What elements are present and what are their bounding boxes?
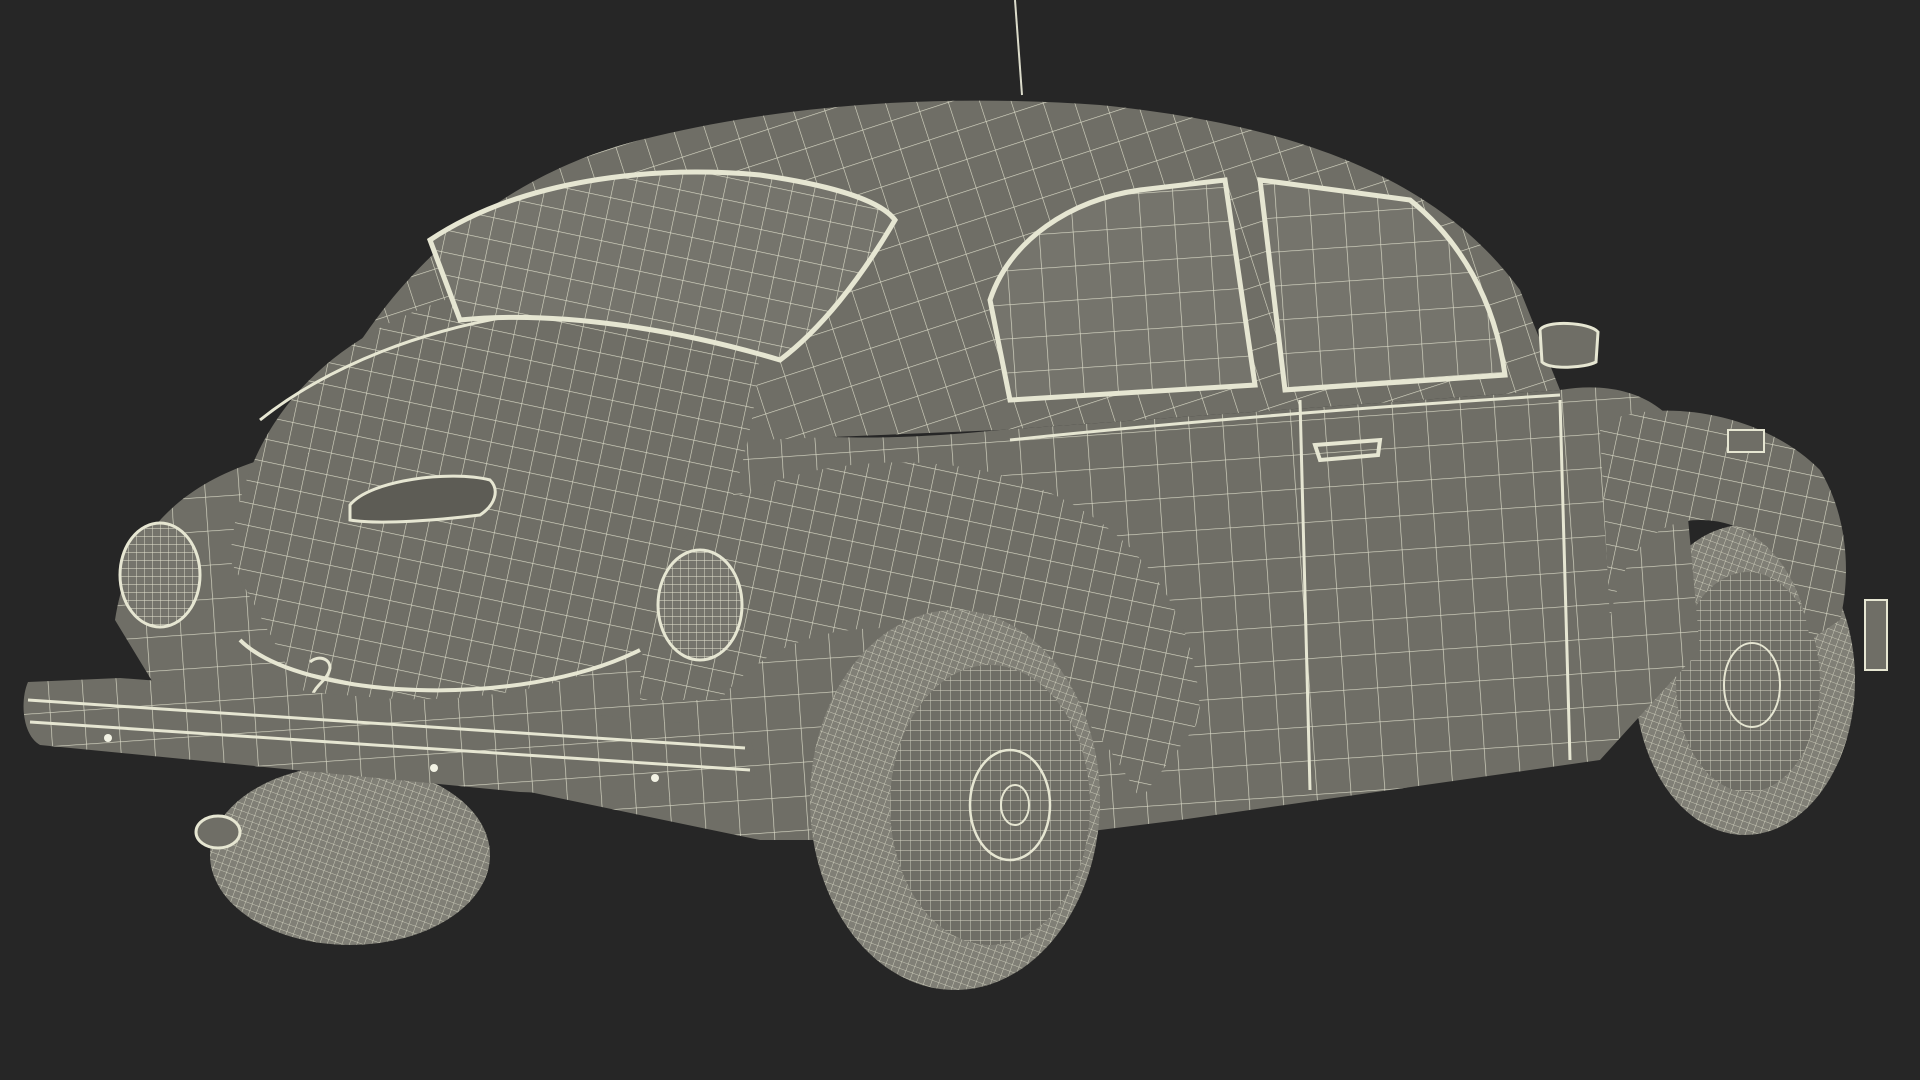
rear-right-wheel [810,610,1100,990]
exhaust-pipe [194,814,242,850]
car-wireframe-render [23,0,1888,990]
side-mirror [1538,321,1600,369]
rear-left-wheel [210,765,490,945]
tail-light-left [118,521,202,629]
render-viewport [0,0,1920,1080]
tail-light-right [656,548,744,662]
antenna [1014,0,1023,96]
